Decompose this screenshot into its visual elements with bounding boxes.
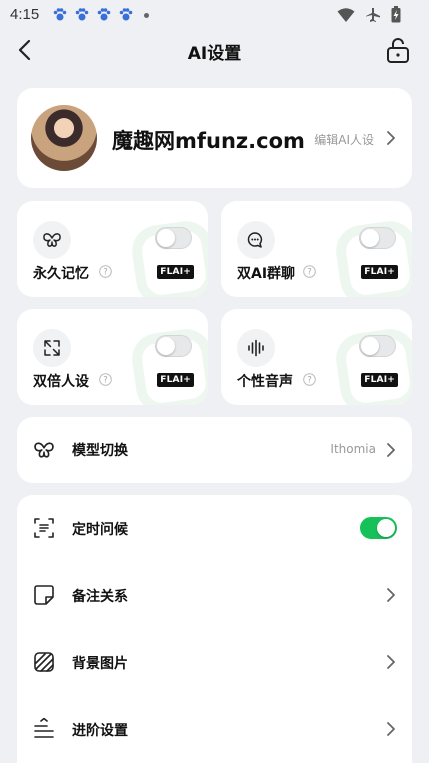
- expand-icon: [44, 340, 60, 356]
- help-icon[interactable]: ?: [99, 265, 112, 278]
- more-notifications-dot: [144, 12, 149, 18]
- chevron-right-icon: [387, 722, 395, 736]
- settings-row-label: 定时问候: [72, 522, 128, 538]
- scheduled-greeting-toggle[interactable]: [360, 517, 397, 539]
- feature-label: 永久记忆: [33, 266, 89, 282]
- wifi-icon: [337, 7, 355, 22]
- svg-text:?: ?: [307, 376, 312, 386]
- profile-name: 魔趣网mfunz.com: [112, 129, 305, 153]
- personal-voice-toggle[interactable]: [359, 335, 396, 357]
- chat-bubbles-icon: [247, 232, 263, 248]
- butterfly-icon: [43, 233, 61, 247]
- double-persona-toggle[interactable]: [155, 335, 192, 357]
- feature-card-personal-voice: 个性音声 ? FLAI+: [221, 309, 412, 405]
- soundwave-icon: [248, 339, 264, 357]
- flai-plus-badge: FLAI+: [157, 373, 194, 387]
- chevron-right-icon: [387, 588, 395, 602]
- settings-row-label: 进阶设置: [72, 723, 128, 739]
- feature-label: 双倍人设: [33, 374, 89, 390]
- avatar: [31, 105, 97, 171]
- model-switch-label: 模型切换: [72, 443, 128, 459]
- settings-list: 定时问候 备注关系 背景图片 进阶设置: [17, 495, 412, 763]
- svg-text:?: ?: [103, 268, 108, 278]
- status-time: 4:15: [10, 6, 40, 23]
- chevron-right-icon: [387, 131, 395, 145]
- flai-plus-badge: FLAI+: [157, 265, 194, 279]
- system-icons: [337, 6, 401, 23]
- page-title: AI设置: [187, 44, 242, 64]
- permanent-memory-toggle[interactable]: [155, 227, 192, 249]
- toggle-knob: [361, 229, 379, 247]
- airplane-icon: [366, 7, 380, 22]
- help-icon[interactable]: ?: [99, 373, 112, 386]
- svg-text:?: ?: [307, 268, 312, 278]
- feature-card-dual-ai-group-chat: 双AI群聊 ? FLAI+: [221, 201, 412, 297]
- model-switch-row[interactable]: 模型切换 Ithomia: [17, 417, 412, 483]
- feature-card-permanent-memory: 永久记忆 ? FLAI+: [17, 201, 208, 297]
- help-icon[interactable]: ?: [303, 373, 316, 386]
- feature-label: 个性音声: [237, 374, 293, 390]
- dual-ai-group-chat-toggle[interactable]: [359, 227, 396, 249]
- scan-greeting-icon: [34, 518, 54, 538]
- help-icon[interactable]: ?: [303, 265, 316, 278]
- feature-card-double-persona: 双倍人设 ? FLAI+: [17, 309, 208, 405]
- paw-notification-icon: [53, 8, 67, 21]
- paw-notification-icon: [75, 8, 89, 21]
- profile-card[interactable]: 魔趣网mfunz.com 编辑AI人设: [17, 88, 412, 188]
- toggle-knob: [361, 337, 379, 355]
- note-icon: [34, 585, 54, 605]
- advanced-settings-icon: [34, 718, 54, 738]
- notification-icons: [52, 7, 149, 23]
- feature-icon-container: [33, 329, 71, 367]
- chevron-right-icon: [387, 655, 395, 669]
- toggle-knob: [377, 519, 395, 537]
- header: AI设置: [0, 32, 429, 70]
- svg-text:?: ?: [103, 376, 108, 386]
- status-bar: 4:15: [0, 0, 429, 32]
- feature-icon-container: [237, 221, 275, 259]
- feature-icon-container: [33, 221, 71, 259]
- chevron-right-icon: [387, 443, 395, 457]
- paw-notification-icon: [119, 8, 133, 21]
- feature-label: 双AI群聊: [237, 266, 296, 282]
- current-model-value: Ithomia: [330, 442, 376, 456]
- feature-icon-container: [237, 329, 275, 367]
- unlock-icon[interactable]: [385, 36, 411, 64]
- settings-row-label: 背景图片: [72, 656, 128, 672]
- toggle-knob: [157, 337, 175, 355]
- striped-image-icon: [34, 652, 54, 672]
- paw-notification-icon: [97, 8, 111, 21]
- battery-charging-icon: [391, 6, 401, 23]
- flai-plus-badge: FLAI+: [361, 373, 398, 387]
- flai-plus-badge: FLAI+: [361, 265, 398, 279]
- toggle-knob: [157, 229, 175, 247]
- settings-row-label: 备注关系: [72, 589, 128, 605]
- butterfly-icon: [34, 442, 54, 458]
- edit-persona-link[interactable]: 编辑AI人设: [314, 131, 374, 148]
